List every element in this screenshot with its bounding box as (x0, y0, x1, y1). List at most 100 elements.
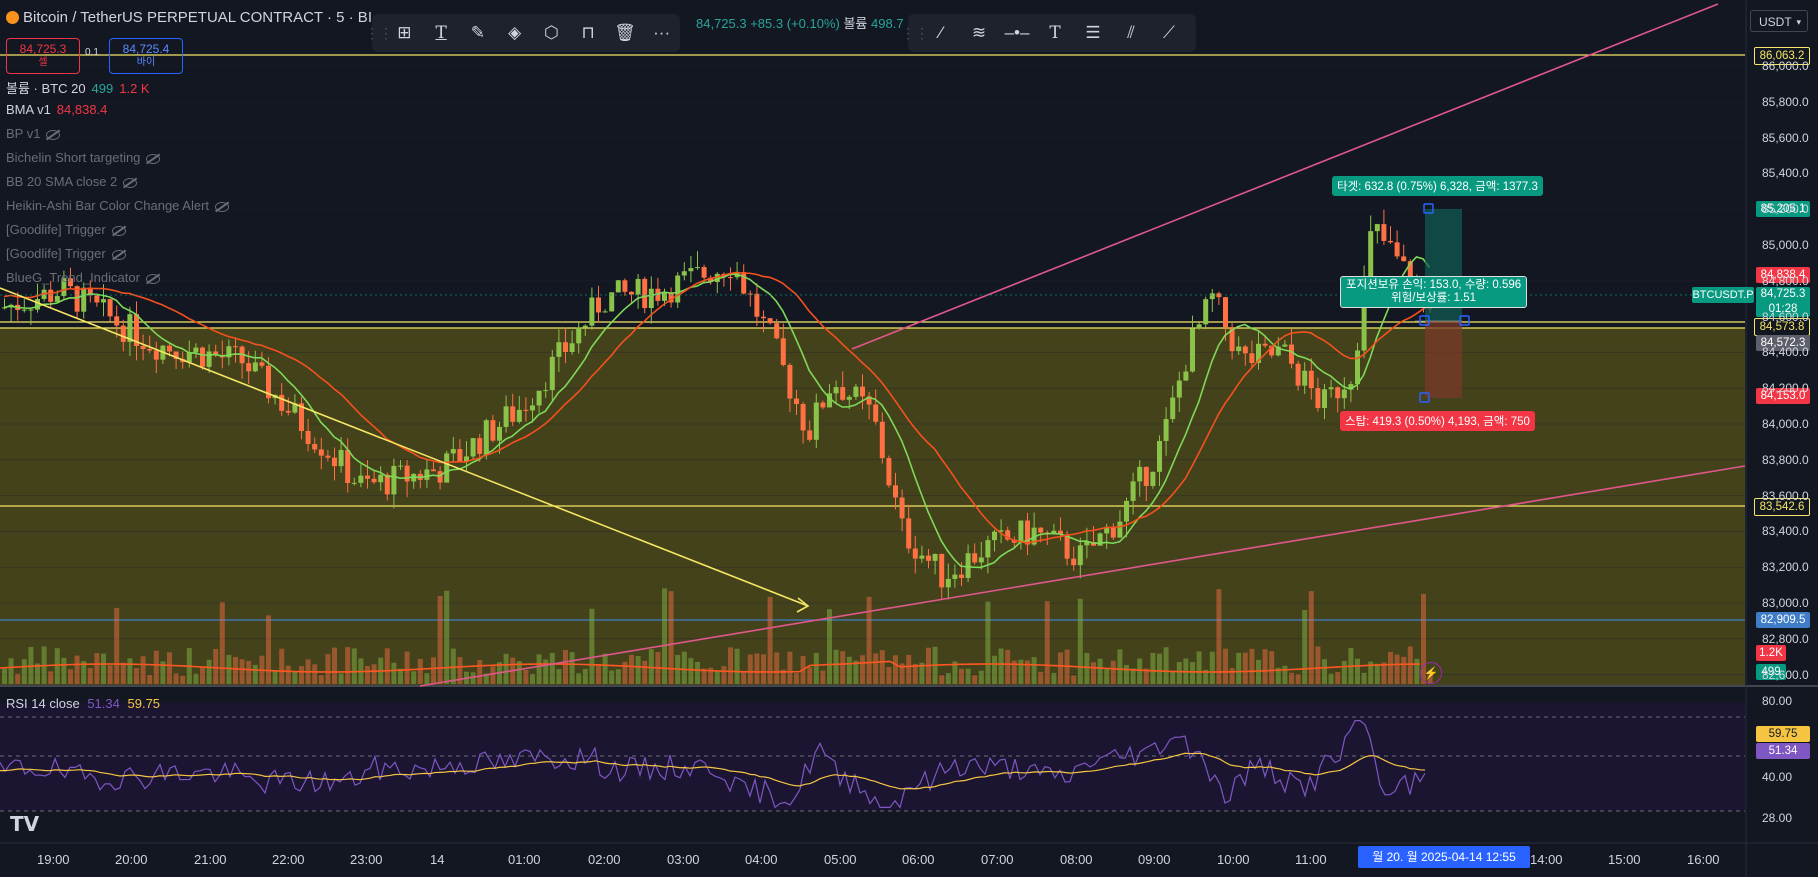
eye-hidden-icon[interactable] (146, 153, 161, 164)
eye-hidden-icon[interactable] (215, 201, 230, 212)
text-tool-icon[interactable]: T (1036, 14, 1074, 52)
volume-bar (1289, 672, 1294, 684)
price-axis-tick: 83,400.0 (1762, 524, 1809, 539)
volume-bar (978, 670, 984, 684)
spread-value: 0.1 (85, 47, 99, 58)
indicator-value: 499 (91, 81, 114, 96)
volume-bar (629, 654, 634, 684)
indicator-name: [Goodlife] Trigger (6, 246, 106, 261)
tradingview-logo[interactable]: TV (10, 812, 39, 836)
volume-bar (1097, 658, 1103, 684)
candle-body (48, 289, 54, 302)
lightning-icon[interactable]: ⚡ (1420, 662, 1442, 684)
candle-body (424, 469, 430, 480)
time-axis-tick: 19:00 (37, 852, 70, 867)
candle-body (510, 406, 516, 422)
candle-body (1190, 328, 1195, 372)
volume-bar (1315, 646, 1321, 684)
candle-body (1282, 344, 1288, 347)
grid-icon[interactable]: ⊞ (386, 14, 423, 52)
volume-bar (1077, 598, 1083, 684)
trend-line-icon[interactable]: ⁄ (922, 14, 960, 52)
candle-body (807, 430, 813, 440)
volume-bar (318, 675, 324, 684)
volume-bar (2, 668, 7, 684)
volume-bar (1190, 662, 1195, 684)
price-axis-tick: 83,200.0 (1762, 560, 1809, 575)
volume-bar (371, 664, 377, 684)
volume-bar (695, 661, 700, 684)
currency-select[interactable]: USDT ▾ (1750, 10, 1808, 32)
volume-bar (101, 653, 106, 684)
candle-body (365, 475, 370, 479)
eye-hidden-icon[interactable] (123, 177, 138, 188)
volume-bar (992, 655, 997, 684)
fib-icon[interactable]: ☰ (1074, 14, 1112, 52)
time-axis-tick: 16:00 (1687, 852, 1720, 867)
price-chart[interactable] (0, 0, 1818, 877)
indicator-legend-item[interactable]: Heikin-Ashi Bar Color Change Alert (6, 198, 230, 213)
rsi-ma-label: 59.75 (1756, 726, 1810, 742)
pitchfork-icon[interactable]: ⫽ (1112, 14, 1150, 52)
channel-icon[interactable]: ≋ (960, 14, 998, 52)
more-icon[interactable]: ··· (643, 14, 680, 52)
indicator-legend-item[interactable]: BP v1 (6, 126, 61, 141)
drag-handle-icon[interactable]: ⋮⋮ (365, 25, 393, 42)
volume-bar (866, 596, 872, 684)
fill-icon[interactable]: ◈ (496, 14, 533, 52)
indicator-legend-item[interactable]: [Goodlife] Trigger (6, 246, 126, 261)
indicator-legend-item[interactable]: [Goodlife] Trigger (6, 222, 126, 237)
chevron-down-icon: ▾ (1796, 17, 1801, 27)
volume-bar (1051, 672, 1057, 684)
symbol-title-text: Bitcoin / TetherUS PERPETUAL CONTRACT · … (23, 9, 372, 26)
rsi-legend[interactable]: RSI 14 close 51.34 59.75 (6, 696, 160, 711)
candle-body (1381, 224, 1387, 241)
candle-body (371, 478, 377, 483)
candle-body (345, 449, 351, 483)
lock-icon[interactable]: ⊓ (570, 14, 607, 52)
time-axis-tick: 06:00 (902, 852, 935, 867)
candle-body (860, 386, 865, 397)
horizontal-ray-icon[interactable]: –•– (998, 14, 1036, 52)
candle-body (615, 280, 621, 293)
volume-bar (437, 595, 443, 684)
candle-body (1018, 520, 1024, 543)
indicator-legend-item[interactable]: BMA v1 84,838.4 (6, 102, 107, 117)
candle-body (1157, 440, 1162, 472)
drag-handle-icon[interactable]: ⋮⋮ (901, 25, 929, 42)
candle-body (186, 352, 192, 363)
volume-bar (391, 662, 397, 684)
candle-body (153, 350, 159, 360)
hexagon-icon[interactable]: ⬡ (533, 14, 570, 52)
volume-bar (266, 615, 271, 684)
volume-bar (180, 675, 186, 684)
candle-body (688, 268, 694, 272)
rsi-axis-tick: 80.00 (1762, 694, 1793, 708)
candle-body (1077, 545, 1083, 566)
volume-bar (1209, 651, 1215, 684)
candle-body (147, 348, 153, 351)
volume-bar (543, 659, 549, 684)
text-icon[interactable]: T (423, 14, 460, 52)
path-icon[interactable]: ⟋ (1150, 14, 1188, 52)
candle-body (1308, 370, 1314, 389)
eye-hidden-icon[interactable] (111, 249, 126, 260)
eye-hidden-icon[interactable] (145, 273, 160, 284)
eye-hidden-icon[interactable] (46, 129, 61, 140)
sell-button[interactable]: 84,725.3 셀 (6, 38, 80, 74)
indicator-legend-item[interactable]: BlueG_Trend_Indicator (6, 270, 160, 285)
candle-body (596, 297, 601, 313)
candle-body (629, 291, 634, 295)
candle-body (107, 299, 113, 317)
indicator-legend-item[interactable]: 볼륨 · BTC 20 499 1.2 K (6, 78, 150, 97)
eye-hidden-icon[interactable] (111, 225, 126, 236)
symbol-title[interactable]: Bitcoin / TetherUS PERPETUAL CONTRACT · … (6, 9, 372, 26)
buy-button[interactable]: 84,725.4 바이 (109, 38, 183, 74)
candle-body (404, 465, 410, 482)
indicator-legend-item[interactable]: BB 20 SMA close 2 (6, 174, 138, 189)
brush-icon[interactable]: ✎ (460, 14, 497, 52)
volume-bar (153, 650, 159, 684)
trash-icon[interactable]: 🗑 (607, 14, 644, 52)
volume-bar (609, 670, 615, 684)
indicator-legend-item[interactable]: Bichelin Short targeting (6, 150, 161, 165)
